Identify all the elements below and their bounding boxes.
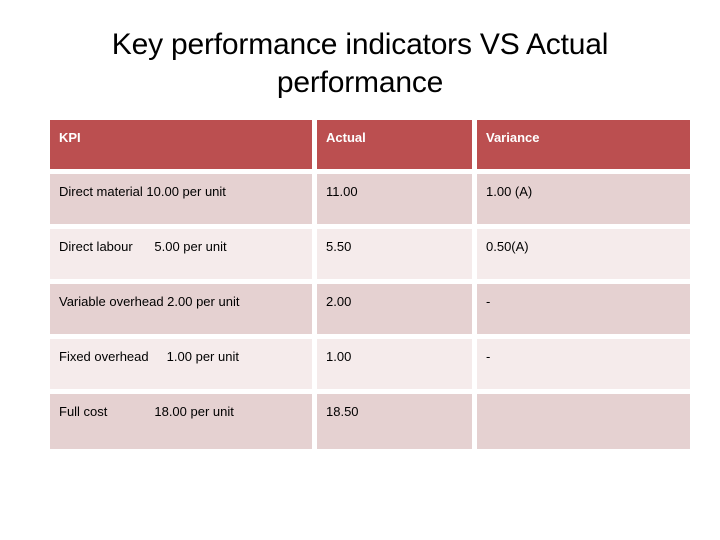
cell-actual: 18.50 [317,394,477,449]
cell-variance: 1.00 (A) [477,174,690,229]
cell-kpi: Fixed overhead 1.00 per unit [50,339,317,394]
page-title: Key performance indicators VS Actual per… [111,28,609,99]
table-row: Fixed overhead 1.00 per unit 1.00 - [50,339,690,394]
cell-kpi: Variable overhead 2.00 per unit [50,284,317,339]
cell-kpi: Direct material 10.00 per unit [50,174,317,229]
cell-variance: - [477,339,690,394]
column-header-variance: Variance [477,120,690,174]
slide-canvas: Key performance indicators VS Actual per… [0,0,720,540]
cell-actual: 5.50 [317,229,477,284]
kpi-comparison-table: KPI Actual Variance Direct material 10.0… [50,120,690,449]
cell-actual: 11.00 [317,174,477,229]
table-row: Direct labour 5.00 per unit 5.50 0.50(A) [50,229,690,284]
table-header-row: KPI Actual Variance [50,120,690,174]
table-row: Direct material 10.00 per unit 11.00 1.0… [50,174,690,229]
cell-kpi: Full cost 18.00 per unit [50,394,317,449]
cell-variance: 0.50(A) [477,229,690,284]
cell-variance: - [477,284,690,339]
table-body: Direct material 10.00 per unit 11.00 1.0… [50,174,690,449]
column-header-kpi: KPI [50,120,317,174]
cell-kpi: Direct labour 5.00 per unit [50,229,317,284]
cell-variance [477,394,690,449]
table-row: Full cost 18.00 per unit 18.50 [50,394,690,449]
cell-actual: 1.00 [317,339,477,394]
table-row: Variable overhead 2.00 per unit 2.00 - [50,284,690,339]
table-header: KPI Actual Variance [50,120,690,174]
cell-actual: 2.00 [317,284,477,339]
column-header-actual: Actual [317,120,477,174]
